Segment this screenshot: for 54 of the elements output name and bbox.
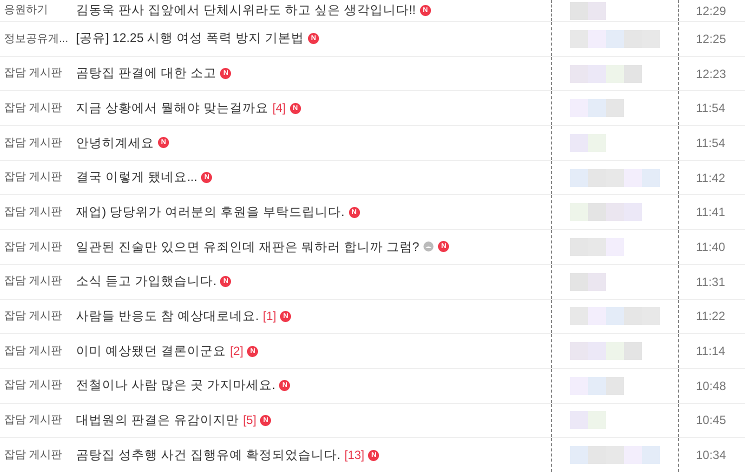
board-name[interactable]: 잡담 게시판 — [0, 134, 72, 152]
post-title[interactable]: 전철이나 사람 많은 곳 가지마세요. — [76, 376, 276, 396]
post-title[interactable]: 결국 이렇게 됐네요... — [76, 168, 198, 187]
comment-count[interactable]: [2] — [230, 342, 244, 360]
post-time: 10:48 — [695, 378, 728, 395]
board-name[interactable]: 잡담 게시판 — [0, 204, 72, 221]
blurred-name-drawing — [570, 203, 642, 222]
post-title[interactable]: 이미 예상됐던 결론이군요 — [76, 342, 226, 360]
post-title[interactable]: 지금 상황에서 뭘해야 맞는걸까요 — [76, 98, 268, 118]
post-time: 12:25 — [695, 30, 728, 48]
board-name[interactable]: 잡담 게시판 — [0, 342, 72, 360]
post-time: 11:42 — [695, 170, 726, 187]
post-title[interactable]: 일관된 진술만 있으면 유죄인데 재판은 뭐하러 합니까 그럼? — [76, 238, 420, 256]
post-title[interactable]: 곰탕집 판결에 대한 소고 — [76, 64, 216, 83]
post-time: 10:45 — [695, 412, 728, 430]
post-title[interactable]: 곰탕집 성추행 사건 집행유예 확정되었습니다. — [76, 446, 340, 464]
post-time: 11:40 — [695, 238, 726, 256]
post-time: 10:34 — [695, 447, 728, 464]
board-name[interactable]: 잡담 게시판 — [0, 65, 72, 82]
board-name[interactable]: 잡담 게시판 — [0, 238, 72, 256]
post-time: 11:41 — [695, 204, 726, 222]
board-name[interactable]: 잡담 게시판 — [0, 273, 72, 290]
post-title[interactable]: 소식 듣고 가입했습니다. — [76, 272, 216, 292]
post-title[interactable]: 안녕히계세요 — [76, 134, 154, 152]
post-title[interactable]: 재업) 당당위가 여러분의 후원을 부탁드립니다. — [76, 202, 345, 222]
comment-count[interactable]: [4] — [272, 99, 286, 118]
post-time: 11:54 — [695, 100, 726, 118]
post-title[interactable]: [공유] 12.25 시행 여성 폭력 방지 기본법 — [76, 29, 304, 48]
blurred-name-drawing — [570, 272, 606, 291]
board-name[interactable]: 잡담 게시판 — [0, 412, 72, 429]
comment-count[interactable]: [13] — [344, 446, 364, 464]
board-name[interactable]: 잡담 게시판 — [0, 169, 72, 186]
board-name[interactable]: 잡담 게시판 — [0, 100, 72, 116]
post-title[interactable]: 대법원의 판결은 유감이지만 — [76, 411, 239, 430]
blurred-name-drawing — [570, 99, 624, 118]
board-name[interactable]: 잡담 게시판 — [0, 308, 72, 325]
post-time: 11:22 — [695, 308, 726, 326]
post-time: 12:29 — [695, 2, 728, 20]
post-time: 11:31 — [695, 274, 726, 291]
post-time: 12:23 — [695, 66, 728, 83]
comment-count[interactable]: [5] — [242, 411, 256, 430]
post-time: 11:54 — [695, 134, 726, 152]
blurred-name-drawing — [570, 64, 642, 83]
post-title[interactable]: 사람들 반응도 참 예상대로네요. — [76, 306, 259, 326]
board-name[interactable]: 정보공유게... — [0, 30, 72, 48]
comment-count[interactable]: [1] — [262, 307, 276, 326]
post-title[interactable]: 김동욱 판사 집앞에서 단체시위라도 하고 싶은 생각입니다!! — [76, 1, 416, 20]
board-name[interactable]: 잡담 게시판 — [0, 446, 72, 464]
blurred-name-drawing — [570, 238, 624, 256]
board-name[interactable]: 잡담 게시판 — [0, 377, 72, 394]
blurred-name-drawing — [570, 342, 642, 360]
board-name[interactable]: 응원하기 — [0, 2, 72, 19]
post-time: 11:14 — [695, 343, 726, 360]
blurred-name-drawing — [570, 376, 624, 395]
